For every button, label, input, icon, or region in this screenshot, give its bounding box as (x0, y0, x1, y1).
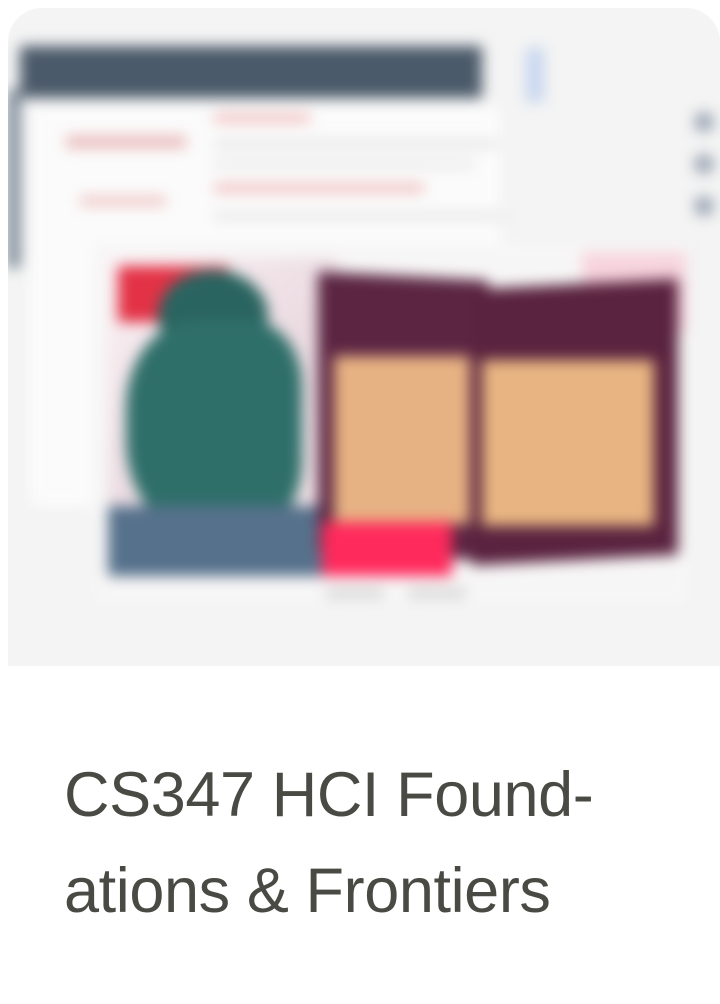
course-title[interactable]: CS347 HCI Found- ations & Frontiers (64, 747, 684, 939)
preview-side-navigation (8, 90, 20, 268)
preview-caption (326, 588, 384, 598)
preview-text-line (214, 184, 424, 192)
preview-left-text-line (80, 196, 166, 206)
preview-text-line (214, 160, 474, 168)
preview-side-icon (694, 196, 714, 216)
course-title-line-2: ations & Frontiers (64, 856, 551, 926)
course-title-line-1: CS347 HCI Found- (64, 760, 594, 830)
preview-text-line (214, 140, 498, 148)
preview-left-text-line (66, 136, 186, 148)
preview-book-page (334, 356, 470, 524)
preview-top-chip (526, 48, 544, 102)
course-thumbnail[interactable] (8, 8, 720, 666)
preview-side-icon (694, 112, 714, 132)
preview-header-bar (20, 46, 482, 98)
preview-caption (408, 588, 466, 598)
preview-pink-accent (322, 522, 452, 576)
course-card[interactable]: CS347 HCI Found- ations & Frontiers (0, 0, 720, 1004)
preview-book-page (482, 360, 654, 526)
preview-text-line (214, 212, 504, 220)
preview-side-icon (694, 154, 714, 174)
preview-text-line (214, 114, 310, 122)
blurred-preview-image (8, 8, 720, 666)
